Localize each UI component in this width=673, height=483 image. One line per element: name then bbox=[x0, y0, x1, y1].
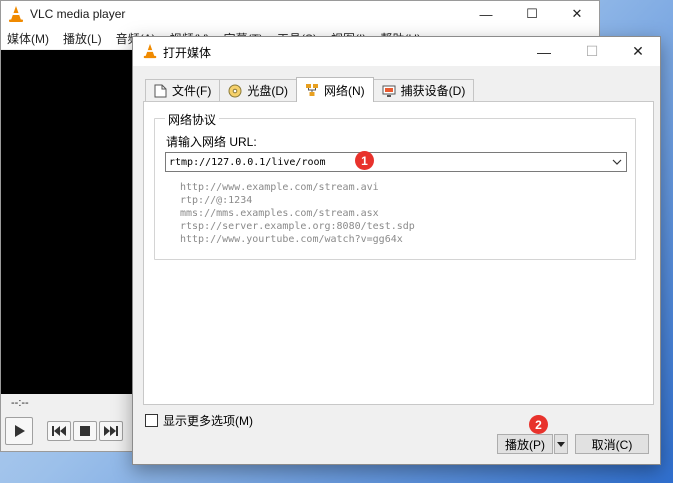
annotation-marker-1: 1 bbox=[355, 151, 374, 170]
play-dropdown-button[interactable] bbox=[554, 434, 568, 454]
network-protocol-group: 网络协议 请输入网络 URL: http://www.example.com/s… bbox=[154, 111, 636, 260]
tab-capture-label: 捕获设备(D) bbox=[400, 84, 466, 98]
dialog-close-button[interactable]: ✕ bbox=[615, 37, 661, 66]
playback-controls bbox=[1, 411, 134, 451]
dialog-minimize-button[interactable]: — bbox=[521, 37, 567, 66]
previous-button[interactable] bbox=[47, 421, 71, 441]
dialog-maximize-button: ☐ bbox=[585, 43, 599, 59]
url-example: rtp://@:1234 bbox=[180, 195, 253, 206]
stop-icon bbox=[80, 426, 90, 436]
disc-icon bbox=[228, 84, 242, 97]
main-titlebar: VLC media player — ☐ ✕ bbox=[1, 1, 599, 27]
caret-down-icon bbox=[557, 441, 565, 447]
vlc-cone-icon bbox=[143, 43, 157, 59]
maximize-button[interactable]: ☐ bbox=[509, 1, 555, 27]
next-button[interactable] bbox=[99, 421, 123, 441]
media-source-tabs: 文件(F) 光盘(D) 网络(N) 捕获设备(D) bbox=[145, 77, 475, 102]
url-example: mms://mms.examples.com/stream.asx bbox=[180, 208, 379, 219]
url-label: 请输入网络 URL: bbox=[166, 135, 257, 149]
time-display: --:-- bbox=[11, 397, 29, 409]
tab-disc[interactable]: 光盘(D) bbox=[219, 79, 297, 101]
tab-capture-device[interactable]: 捕获设备(D) bbox=[372, 79, 475, 101]
tab-disc-label: 光盘(D) bbox=[247, 84, 288, 98]
dialog-title: 打开媒体 bbox=[163, 46, 212, 60]
url-examples: http://www.example.com/stream.avi rtp://… bbox=[180, 181, 415, 246]
file-icon bbox=[154, 84, 167, 97]
tab-file-label: 文件(F) bbox=[172, 84, 212, 98]
tab-network-label: 网络(N) bbox=[324, 83, 365, 98]
minimize-button[interactable]: — bbox=[463, 1, 509, 27]
annotation-marker-2: 2 bbox=[529, 415, 548, 434]
more-options-toggle[interactable]: 显示更多选项(M) bbox=[145, 412, 253, 429]
menu-playback[interactable]: 播放(L) bbox=[63, 30, 102, 47]
url-input[interactable] bbox=[166, 153, 608, 171]
url-dropdown-button[interactable] bbox=[608, 153, 626, 171]
url-example: http://www.example.com/stream.avi bbox=[180, 182, 379, 193]
url-combobox[interactable] bbox=[165, 152, 627, 172]
previous-icon bbox=[52, 426, 66, 436]
more-options-label: 显示更多选项(M) bbox=[163, 414, 253, 428]
network-icon bbox=[306, 84, 318, 96]
menu-media[interactable]: 媒体(M) bbox=[7, 30, 49, 47]
network-tab-panel: 网络协议 请输入网络 URL: http://www.example.com/s… bbox=[143, 101, 654, 405]
vlc-cone-icon bbox=[9, 6, 23, 22]
capture-device-icon bbox=[382, 85, 396, 97]
dialog-titlebar: 打开媒体 — ☐ ✕ bbox=[133, 37, 660, 66]
url-example: http://www.yourtube.com/watch?v=gg64x bbox=[180, 234, 403, 245]
group-title: 网络协议 bbox=[165, 111, 220, 128]
play-icon bbox=[15, 425, 25, 437]
play-button[interactable] bbox=[5, 417, 33, 445]
stop-button[interactable] bbox=[73, 421, 97, 441]
next-icon bbox=[104, 426, 118, 436]
close-button[interactable]: ✕ bbox=[554, 1, 600, 27]
play-button[interactable]: 播放(P) bbox=[497, 434, 553, 454]
cancel-button[interactable]: 取消(C) bbox=[575, 434, 649, 454]
open-media-dialog: 打开媒体 — ☐ ✕ 文件(F) 光盘(D) 网络(N) 捕获设备(D) 网络协… bbox=[132, 36, 661, 465]
chevron-down-icon bbox=[612, 159, 622, 165]
tab-file[interactable]: 文件(F) bbox=[145, 79, 221, 101]
more-options-checkbox[interactable] bbox=[145, 414, 158, 427]
video-area bbox=[1, 50, 134, 394]
main-window-title: VLC media player bbox=[30, 7, 126, 21]
tab-network[interactable]: 网络(N) bbox=[296, 77, 374, 102]
url-example: rtsp://server.example.org:8080/test.sdp bbox=[180, 221, 415, 232]
